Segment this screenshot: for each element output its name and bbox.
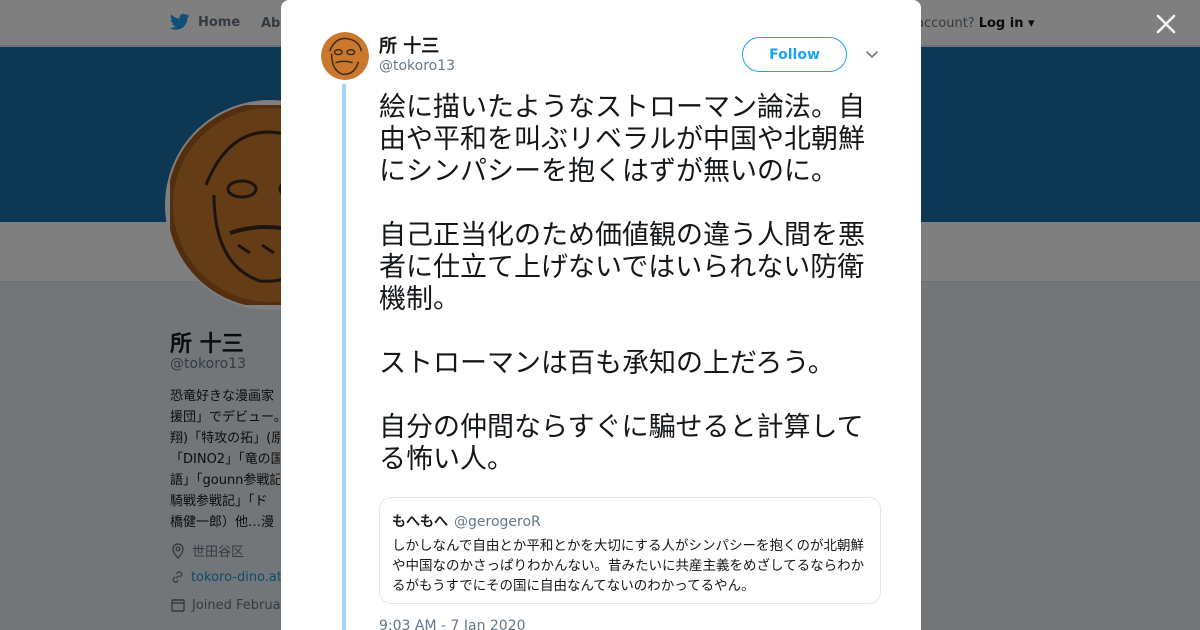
avatar-portrait-icon	[321, 32, 369, 80]
chevron-down-icon[interactable]	[864, 46, 880, 62]
thread-line	[342, 84, 346, 630]
tweet-paragraph: 自分の仲間ならすぐに騙せると計算してる怖い人。	[379, 412, 864, 475]
tweet-paragraph: 絵に描いたようなストローマン論法。自由や平和を叫ぶリベラルが中国や北朝鮮にシンパ…	[379, 92, 865, 187]
quoted-author-name: もへもへ	[392, 514, 448, 530]
quoted-tweet-header: もへもへ @gerogeroR	[392, 511, 868, 531]
quoted-tweet[interactable]: もへもへ @gerogeroR しかしなんで自由とか平和とかを大切にする人がシン…	[379, 497, 881, 604]
follow-button[interactable]: Follow	[742, 37, 847, 72]
tweet-modal: 所 十三 @tokoro13 Follow 絵に描いたようなストローマン論法。自…	[281, 0, 921, 630]
quoted-author-handle: @gerogeroR	[454, 514, 541, 530]
author-name[interactable]: 所 十三	[379, 32, 439, 58]
close-icon[interactable]	[1153, 11, 1179, 37]
tweet-paragraph: ストローマンは百も承知の上だろう。	[379, 348, 835, 379]
quoted-tweet-text: しかしなんで自由とか平和とかを大切にする人がシンパシーを抱くのが北朝鮮や中国なの…	[392, 538, 865, 594]
author-avatar[interactable]	[321, 32, 369, 80]
tweet-text: 絵に描いたようなストローマン論法。自由や平和を叫ぶリベラルが中国や北朝鮮にシンパ…	[379, 92, 887, 508]
author-handle[interactable]: @tokoro13	[379, 58, 455, 74]
tweet-paragraph: 自己正当化のため価値観の違う人間を悪者に仕立て上げないではいられない防衛機制。	[379, 220, 865, 315]
tweet-timestamp[interactable]: 9:03 AM - 7 Jan 2020	[379, 618, 526, 630]
